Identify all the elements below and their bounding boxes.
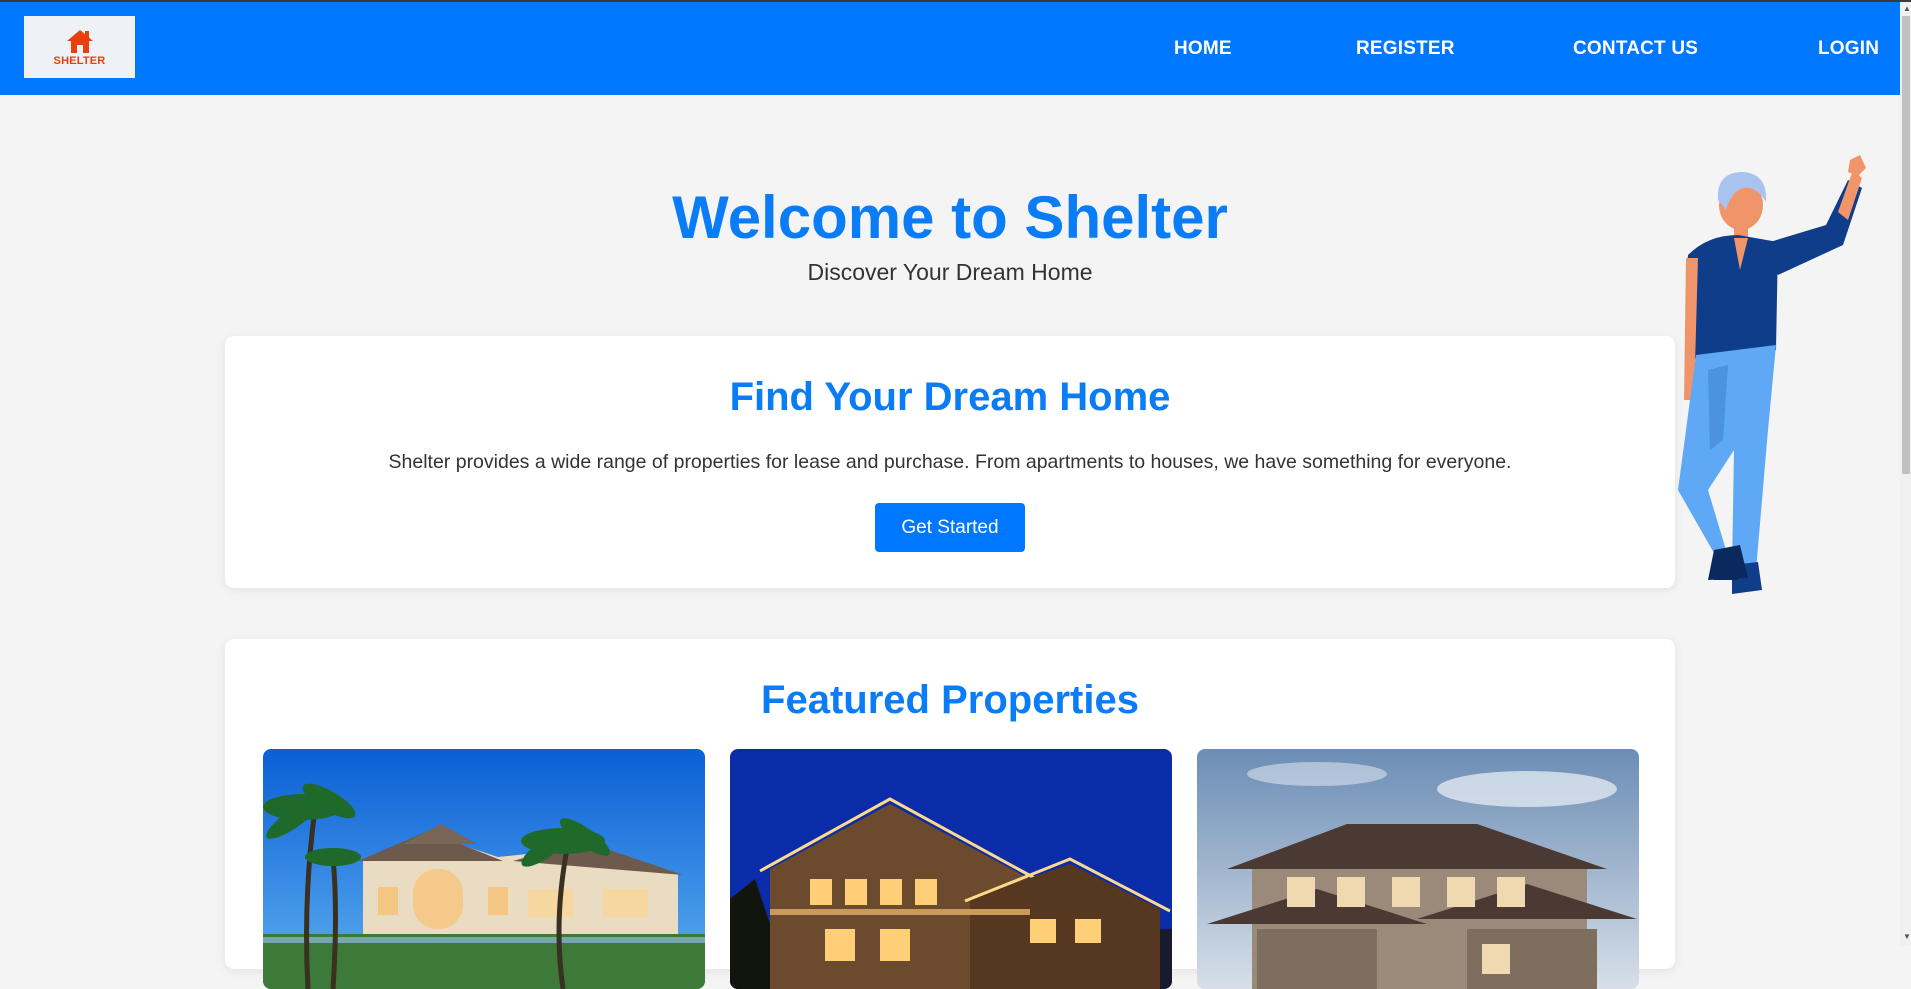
nav-login[interactable]: LOGIN: [1818, 38, 1879, 60]
featured-properties-card: Featured Properties: [225, 639, 1675, 989]
scroll-down-arrow-icon[interactable]: ▼: [1903, 932, 1911, 941]
find-home-title: Find Your Dream Home: [729, 375, 1171, 419]
logo-text: SHELTER: [53, 54, 106, 67]
nav-contact-us[interactable]: CONTACT US: [1573, 38, 1698, 60]
hero-subtitle: Discover Your Dream Home: [807, 259, 1093, 285]
nav-home[interactable]: HOME: [1174, 38, 1232, 60]
property-image-villa[interactable]: [263, 749, 705, 989]
scroll-up-arrow-icon[interactable]: ▲: [1903, 4, 1911, 13]
navbar: SHELTER HOME REGISTER CONTACT US LOGIN: [0, 2, 1900, 95]
scrollbar-thumb[interactable]: [1902, 16, 1910, 474]
property-image-lodge[interactable]: [730, 749, 1172, 989]
get-started-button[interactable]: Get Started: [875, 503, 1025, 552]
house-icon: [66, 29, 93, 53]
hero-title: Welcome to Shelter: [672, 184, 1228, 251]
featured-properties-title: Featured Properties: [761, 678, 1139, 722]
find-home-card: Find Your Dream Home Shelter provides a …: [225, 336, 1675, 588]
find-home-description: Shelter provides a wide range of propert…: [388, 451, 1512, 473]
waving-person-illustration: [1648, 150, 1878, 620]
property-image-modern-house[interactable]: [1197, 749, 1639, 989]
logo[interactable]: SHELTER: [24, 16, 135, 78]
nav-register[interactable]: REGISTER: [1356, 38, 1455, 60]
